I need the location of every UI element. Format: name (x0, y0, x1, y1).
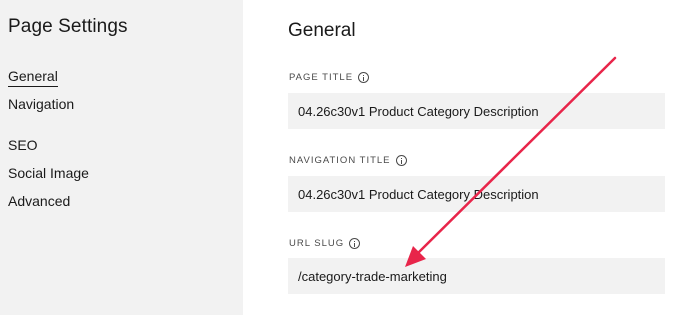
page-title-label-text: PAGE TITLE (289, 72, 354, 83)
navigation-title-label-text: NAVIGATION TITLE (289, 155, 391, 166)
navigation-title-label: NAVIGATION TITLE (289, 155, 407, 166)
page-title-label: PAGE TITLE (289, 72, 370, 83)
url-slug-label-text: URL SLUG (289, 238, 345, 249)
sidebar-item-navigation[interactable]: Navigation (8, 95, 74, 113)
info-icon[interactable] (358, 72, 370, 83)
url-slug-field[interactable] (288, 258, 665, 294)
sidebar-item-advanced[interactable]: Advanced (8, 192, 70, 210)
page-title-input[interactable] (298, 103, 655, 119)
navigation-title-field[interactable] (288, 176, 665, 212)
url-slug-label: URL SLUG (289, 238, 361, 249)
sidebar-item-general[interactable]: General (8, 67, 58, 87)
main-panel: General PAGE TITLE NAVIGATION TITLE URL … (243, 0, 700, 315)
info-icon[interactable] (349, 238, 361, 249)
navigation-title-input[interactable] (298, 186, 655, 202)
sidebar: Page Settings General Navigation SEO Soc… (0, 0, 243, 315)
sidebar-title: Page Settings (8, 16, 128, 37)
sidebar-item-seo[interactable]: SEO (8, 136, 38, 154)
section-title: General (288, 20, 356, 41)
info-icon[interactable] (395, 155, 407, 166)
page-title-field[interactable] (288, 93, 665, 129)
sidebar-item-social-image[interactable]: Social Image (8, 164, 89, 182)
url-slug-input[interactable] (298, 268, 655, 284)
